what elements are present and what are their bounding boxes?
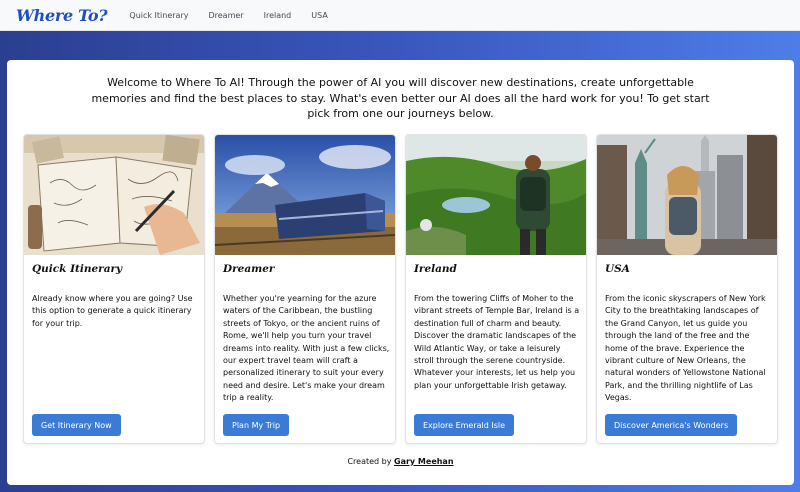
card-usa: USA From the iconic skyscrapers of New Y…	[596, 134, 778, 444]
discover-americas-wonders-button[interactable]: Discover America's Wonders	[605, 414, 738, 436]
intro-text: Welcome to Where To AI! Through the powe…	[91, 76, 710, 120]
brand-logo[interactable]: Where To?	[16, 6, 108, 25]
card-dreamer: Dreamer Whether you're yearning for the …	[214, 134, 396, 444]
nav-link-usa[interactable]: USA	[311, 11, 328, 20]
main-panel: Welcome to Where To AI! Through the powe…	[7, 60, 794, 485]
nav-link-ireland[interactable]: Ireland	[264, 11, 292, 20]
author-link[interactable]: Gary Meehan	[394, 457, 454, 466]
footer-prefix: Created by	[347, 457, 392, 466]
card-title-dreamer: Dreamer	[223, 263, 275, 275]
navbar: Where To? Quick Itinerary Dreamer Irelan…	[0, 0, 800, 31]
explore-emerald-isle-button[interactable]: Explore Emerald Isle	[414, 414, 515, 436]
quick-itinerary-image	[24, 135, 204, 255]
plan-my-trip-button[interactable]: Plan My Trip	[223, 414, 290, 436]
usa-image	[597, 135, 777, 255]
card-ireland: Ireland From the towering Cliffs of Mohe…	[405, 134, 587, 444]
card-text-usa: From the iconic skyscrapers of New York …	[605, 294, 766, 403]
footer: Created by Gary Meehan	[7, 457, 794, 466]
card-quick-itinerary: Quick Itinerary Already know where you a…	[23, 134, 205, 444]
ireland-image	[406, 135, 586, 255]
card-title-ireland: Ireland	[414, 263, 457, 275]
nav-link-dreamer[interactable]: Dreamer	[208, 11, 243, 20]
card-text-ireland: From the towering Cliffs of Moher to the…	[414, 294, 580, 390]
nav-link-quick-itinerary[interactable]: Quick Itinerary	[129, 11, 188, 20]
header-band	[0, 31, 800, 60]
card-text-quick-itinerary: Already know where you are going? Use th…	[32, 294, 193, 328]
card-text-dreamer: Whether you're yearning for the azure wa…	[223, 294, 390, 403]
card-title-quick-itinerary: Quick Itinerary	[32, 263, 123, 275]
card-title-usa: USA	[605, 263, 630, 275]
dreamer-image	[215, 135, 395, 255]
get-itinerary-button[interactable]: Get Itinerary Now	[32, 414, 121, 436]
